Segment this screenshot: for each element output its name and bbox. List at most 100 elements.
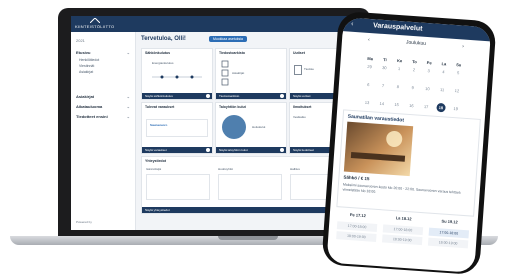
calendar-day[interactable]: 30 bbox=[377, 63, 392, 73]
calendar-day[interactable]: 19 bbox=[448, 104, 463, 114]
calendar-day[interactable]: 16 bbox=[404, 101, 419, 111]
calendar-day[interactable]: 5 bbox=[451, 68, 466, 78]
card-title: Sähkönkulutus bbox=[145, 51, 171, 55]
booking-item[interactable]: Saunavuoro bbox=[146, 119, 208, 137]
edit-settings-button[interactable]: Muokkaa asetuksia bbox=[209, 36, 247, 42]
costs-card: Taloyhtiön kulut Hoitokulut Näytä taloyh… bbox=[215, 102, 287, 154]
card-footer-label: Näytä yhteystiedot bbox=[145, 208, 170, 212]
card-footer-label: Näytä taloyhtiön kulut bbox=[219, 148, 248, 152]
sidebar-item-aikataulu[interactable]: Aikatauluoma ⌄ bbox=[76, 104, 130, 109]
contact-box[interactable] bbox=[218, 174, 282, 200]
card-footer-label: Näytä tiedotteet bbox=[293, 148, 315, 152]
time-slot-button[interactable]: 17:00-18:00 bbox=[336, 221, 378, 232]
calendar-day[interactable]: 10 bbox=[420, 84, 435, 94]
date-column: La 18.12 17:00-18:00 18:00-19:00 bbox=[380, 214, 426, 246]
calendar-day[interactable]: 8 bbox=[390, 82, 405, 92]
contact-column-title: Isännöitsijä bbox=[146, 167, 162, 171]
contact-box[interactable] bbox=[146, 174, 210, 200]
laptop-screen: KIINTEISTÖLIITTO 2021 Etusivu ⌄ Henkilöti… bbox=[71, 16, 357, 230]
page-title: Tervetuloa, Olli! bbox=[141, 36, 186, 42]
roof-icon bbox=[89, 18, 100, 23]
date-heading: La 18.12 bbox=[395, 215, 412, 222]
date-column: Su 19.12 17:00-18:00 18:00-19:00 bbox=[426, 217, 472, 249]
card-title: Ilmoitukset bbox=[293, 105, 312, 109]
month-label: Joulukuu bbox=[405, 39, 427, 47]
contact-column-title: Hallitus bbox=[290, 167, 300, 171]
calendar-day[interactable]: 13 bbox=[359, 97, 374, 107]
card-footer-label: Tiedostoarkisto bbox=[219, 94, 240, 98]
date-heading: Pe 17.12 bbox=[349, 212, 367, 219]
calendar-day[interactable]: 12 bbox=[449, 86, 464, 96]
time-slot-button[interactable]: 17:00-18:00 bbox=[428, 227, 470, 239]
back-icon[interactable]: ‹ bbox=[351, 21, 354, 28]
calendar-day[interactable]: 18 bbox=[436, 102, 446, 113]
docs-card: Tiedostoarkisto Asiakirjat Tiedostoarkis… bbox=[215, 48, 287, 100]
chevron-down-icon: ⌄ bbox=[126, 50, 130, 55]
chevron-down-icon: ⌄ bbox=[126, 114, 130, 119]
card-title: Yhteystiedot bbox=[145, 159, 167, 163]
brand-name: KIINTEISTÖLIITTO bbox=[75, 24, 115, 29]
calendar-day[interactable]: 17 bbox=[418, 102, 433, 112]
sidebar-item-label: Asiakirjat bbox=[76, 94, 95, 99]
booking-item-label: Saunavuoro bbox=[150, 123, 168, 127]
card-footer-link[interactable]: Näytä varaukset bbox=[142, 147, 212, 153]
calendar-day[interactable]: 4 bbox=[436, 67, 451, 77]
calendar-day[interactable]: 29 bbox=[362, 62, 377, 72]
sidebar-subitem[interactable]: Viestinnät bbox=[79, 64, 94, 68]
calendar-day[interactable]: 3 bbox=[421, 66, 436, 76]
phone-title: Varauspalvelut bbox=[372, 22, 423, 33]
sidebar-item-label: Tiedotteet ensini bbox=[76, 114, 108, 119]
phone-screen: ‹ Varauspalvelut ‹ Joulukuu › Ma Ti Ke To Pe… bbox=[326, 17, 492, 273]
calendar-day[interactable]: 7 bbox=[375, 81, 390, 91]
sidebar-subitem[interactable]: Henkilötiedot bbox=[79, 58, 99, 62]
card-footer-link[interactable]: Näytä sähkönkulutus bbox=[142, 93, 212, 99]
next-month-icon[interactable]: › bbox=[462, 43, 464, 49]
sauna-image bbox=[343, 121, 414, 177]
card-title: Uutiset bbox=[293, 51, 305, 55]
card-title: Taloyhtiön kulut bbox=[219, 105, 246, 109]
prev-month-icon[interactable]: ‹ bbox=[368, 37, 370, 43]
calendar-day[interactable]: 2 bbox=[406, 65, 421, 75]
powered-by: Powered by bbox=[76, 220, 92, 224]
laptop-frame: KIINTEISTÖLIITTO 2021 Etusivu ⌄ Henkilöti… bbox=[58, 8, 370, 240]
calendar-day[interactable]: 11 bbox=[434, 85, 449, 95]
sidebar: 2021 Etusivu ⌄ Henkilötiedot Viestinnät A… bbox=[71, 32, 136, 230]
time-slot-button[interactable]: 18:00-19:00 bbox=[382, 234, 423, 246]
time-slot-button[interactable]: 18:00-19:00 bbox=[427, 237, 469, 249]
sidebar-item-tiedotteet[interactable]: Tiedotteet ensini ⌄ bbox=[76, 114, 130, 119]
service-price: Sähkö / € 15 bbox=[343, 174, 370, 182]
calendar-day[interactable]: 9 bbox=[405, 83, 420, 93]
card-note: Tiedote bbox=[304, 67, 314, 71]
card-footer-link[interactable]: Tiedostoarkisto bbox=[216, 93, 286, 99]
calendar-day[interactable]: 1 bbox=[391, 64, 406, 74]
card-note: Vesikatko bbox=[293, 115, 306, 119]
calendar-day[interactable]: 14 bbox=[374, 99, 389, 109]
calendar-day[interactable]: 15 bbox=[389, 100, 404, 110]
arrow-icon bbox=[280, 94, 284, 98]
arrow-icon bbox=[280, 148, 284, 152]
document-icon bbox=[221, 60, 229, 86]
service-description: Maksiimi saunavuoron kesto klo 20:00 - 2… bbox=[342, 182, 461, 195]
energy-card: Sähkönkulutus Energiankulutus Näytä sähk… bbox=[141, 48, 213, 100]
card-footer-link[interactable]: Näytä taloyhtiön kulut bbox=[216, 147, 286, 153]
time-slot-button[interactable]: 18:00-19:00 bbox=[336, 231, 377, 242]
card-footer-link[interactable]: Näytä yhteystiedot bbox=[142, 207, 354, 213]
arrow-icon bbox=[206, 94, 210, 98]
calendar-day[interactable]: 6 bbox=[361, 80, 376, 90]
sidebar-item-asiakirjat[interactable]: Asiakirjat ⌄ bbox=[76, 94, 130, 99]
time-slot-button[interactable]: 17:00-18:00 bbox=[382, 224, 424, 236]
service-card: Saunatilan varaustiedot Sähkö / € 15 Mak… bbox=[336, 109, 481, 217]
sidebar-subitem[interactable]: Asiakirjat bbox=[79, 70, 93, 74]
card-title: Tiedostoarkisto bbox=[219, 51, 245, 55]
chevron-down-icon: ⌄ bbox=[126, 104, 130, 109]
contacts-card: Yhteystiedot Isännöitsijä Huoltoyhtiö Ha… bbox=[141, 156, 355, 214]
sidebar-item-etusivu[interactable]: Etusivu ⌄ bbox=[76, 50, 130, 55]
laptop-notch bbox=[218, 236, 278, 240]
card-note: Hoitokulut bbox=[252, 125, 266, 129]
energy-scale-icon bbox=[152, 75, 202, 79]
sidebar-item-label: Aikatauluoma bbox=[76, 104, 103, 109]
dashboard: Tervetuloa, Olli! Muokkaa asetuksia Sähk… bbox=[139, 32, 355, 230]
chevron-down-icon: ⌄ bbox=[126, 94, 130, 99]
arrow-icon bbox=[206, 148, 210, 152]
brand-logo[interactable]: KIINTEISTÖLIITTO bbox=[75, 18, 114, 29]
